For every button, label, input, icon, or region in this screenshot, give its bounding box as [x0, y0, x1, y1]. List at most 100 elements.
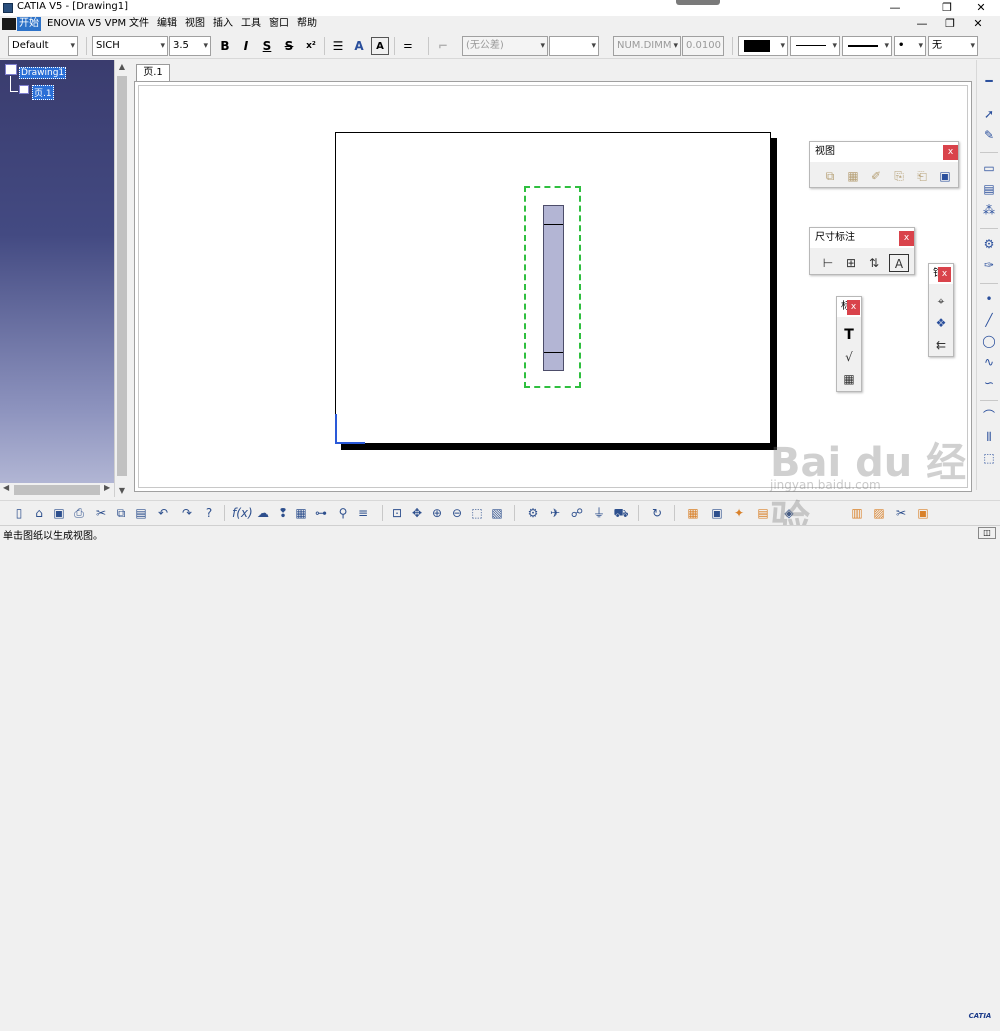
- close-button[interactable]: ✕: [966, 0, 996, 16]
- line-icon[interactable]: ╱: [979, 311, 999, 329]
- redo-icon[interactable]: ↷: [178, 504, 196, 522]
- line-type-combo[interactable]: ▾: [790, 36, 840, 56]
- scroll-thumb[interactable]: [117, 76, 127, 476]
- precision-combo[interactable]: 0.0100: [682, 36, 724, 56]
- tolerance-value-combo[interactable]: ▾: [549, 36, 599, 56]
- italic-button[interactable]: I: [237, 37, 255, 55]
- tab-sheet-1[interactable]: 页.1: [136, 64, 170, 81]
- grid-icon[interactable]: ▦: [684, 504, 702, 522]
- sketch-tools-icon[interactable]: ✎: [979, 126, 999, 144]
- chained-dimension-icon[interactable]: ⊞: [841, 254, 861, 272]
- undo-icon[interactable]: ↶: [154, 504, 172, 522]
- annotation-icon[interactable]: ✑: [979, 256, 999, 274]
- link-nodes-icon[interactable]: ⁂: [979, 201, 999, 219]
- text-tool-icon[interactable]: T: [839, 326, 859, 344]
- circle-icon[interactable]: ◯: [979, 332, 999, 350]
- tolerance-combo[interactable]: (无公差) ▾: [462, 36, 548, 56]
- cut-icon[interactable]: ✂: [92, 504, 110, 522]
- tree-node-drawing[interactable]: Drawing1: [19, 67, 67, 79]
- front-view-icon[interactable]: ⧉: [820, 167, 840, 185]
- underline-button[interactable]: S: [258, 37, 276, 55]
- style-combo[interactable]: Default ▾: [8, 36, 78, 56]
- zoom-in-icon[interactable]: ⊕: [428, 504, 446, 522]
- catalog-icon[interactable]: ⚲: [334, 504, 352, 522]
- views-panel-close-button[interactable]: x: [943, 145, 958, 160]
- align-left-icon[interactable]: ☰: [329, 37, 347, 55]
- generate-icon[interactable]: ✈: [546, 504, 564, 522]
- geometry-panel-close-button[interactable]: x: [938, 267, 951, 282]
- scroll-left-icon[interactable]: ◀: [3, 483, 9, 492]
- layer-icon[interactable]: ≡: [354, 504, 372, 522]
- corner-icon[interactable]: ⌒: [979, 407, 999, 425]
- tree-horizontal-scrollbar[interactable]: ◀ ▶: [0, 483, 114, 497]
- analysis-display-icon[interactable]: ✦: [730, 504, 748, 522]
- power-input-icon[interactable]: ◫: [978, 527, 996, 539]
- tree-vertical-scrollbar[interactable]: ▲ ▼: [114, 60, 128, 497]
- pan-icon[interactable]: ✥: [408, 504, 426, 522]
- detail-view-icon[interactable]: ⎘: [889, 167, 909, 185]
- hierarchy-icon[interactable]: ⊶: [312, 504, 330, 522]
- frame-text-icon[interactable]: A: [371, 37, 389, 55]
- zoom-out-icon[interactable]: ⊖: [448, 504, 466, 522]
- new-file-icon[interactable]: ▯: [10, 504, 28, 522]
- tolerance-style-icon[interactable]: ⌐: [434, 37, 452, 55]
- bold-button[interactable]: B: [216, 37, 234, 55]
- center-mark-icon[interactable]: ⌖: [931, 292, 951, 310]
- projection-view-icon[interactable]: ▦: [843, 167, 863, 185]
- drawing-sheet[interactable]: [335, 132, 771, 444]
- menu-start[interactable]: 开始: [17, 17, 41, 31]
- paste-icon[interactable]: ▤: [132, 504, 150, 522]
- scroll-down-icon[interactable]: ▼: [115, 486, 129, 495]
- axis-line-icon[interactable]: ⇇: [931, 336, 951, 354]
- superscript-button[interactable]: x²: [302, 37, 320, 55]
- roughness-symbol-icon[interactable]: √: [839, 348, 859, 366]
- dimension-icon[interactable]: ⊢: [818, 254, 838, 272]
- symbol-insert-icon[interactable]: ⚌: [399, 37, 417, 55]
- menu-window[interactable]: 窗口: [267, 17, 291, 31]
- doc-close-button[interactable]: ✕: [968, 16, 988, 32]
- font-size-combo[interactable]: 3.5 ▾: [169, 36, 211, 56]
- part-section-view[interactable]: [543, 205, 564, 371]
- thread-icon[interactable]: ❖: [931, 314, 951, 332]
- datum-feature-icon[interactable]: A: [889, 254, 909, 272]
- save-icon[interactable]: ▣: [50, 504, 68, 522]
- menu-edit[interactable]: 编辑: [155, 17, 179, 31]
- normal-view-icon[interactable]: ▧: [488, 504, 506, 522]
- fill-combo[interactable]: 无 ▾: [928, 36, 978, 56]
- whats-this-icon[interactable]: ?: [200, 504, 218, 522]
- font-combo[interactable]: SICH ▾: [92, 36, 168, 56]
- comment-icon[interactable]: ☁: [254, 504, 272, 522]
- toolbar-grip-icon[interactable]: ━: [979, 72, 999, 90]
- zoom-area-icon[interactable]: ⬚: [468, 504, 486, 522]
- select-cursor-icon[interactable]: ➚: [979, 105, 999, 123]
- dimensions-panel-close-button[interactable]: x: [899, 231, 914, 246]
- doc-minimize-button[interactable]: —: [912, 16, 932, 32]
- scroll-thumb[interactable]: [14, 485, 100, 495]
- profile-icon[interactable]: ∿: [979, 353, 999, 371]
- clipping-view-icon[interactable]: ⎗: [912, 167, 932, 185]
- print-icon[interactable]: ⎙: [70, 504, 88, 522]
- view-frame[interactable]: [524, 186, 581, 388]
- measure-icon[interactable]: ⏚: [590, 504, 608, 522]
- strikethrough-button[interactable]: S: [280, 37, 298, 55]
- section-view-icon[interactable]: ✐: [866, 167, 886, 185]
- update-icon[interactable]: ⚙: [524, 504, 542, 522]
- formula-icon[interactable]: f(x): [232, 504, 253, 522]
- knowledge-icon[interactable]: ❢: [274, 504, 292, 522]
- spline-icon[interactable]: ∽: [979, 374, 999, 392]
- menu-enovia[interactable]: ENOVIA V5 VPM: [45, 17, 128, 31]
- doc-restore-button[interactable]: ❐: [940, 16, 960, 32]
- grid-view-icon[interactable]: ▤: [979, 180, 999, 198]
- menu-view[interactable]: 视图: [183, 17, 207, 31]
- tree-node-sheet[interactable]: 页.1: [32, 85, 54, 100]
- restore-button[interactable]: ❐: [932, 0, 962, 16]
- tolerance-icon[interactable]: ⇅: [864, 254, 884, 272]
- point-style-combo[interactable]: • ▾: [894, 36, 926, 56]
- scroll-up-icon[interactable]: ▲: [115, 62, 129, 71]
- views-panel-title[interactable]: 视图: [810, 142, 958, 162]
- menu-tools[interactable]: 工具: [239, 17, 263, 31]
- scroll-right-icon[interactable]: ▶: [104, 483, 110, 492]
- dress-up-icon[interactable]: ⚙: [979, 235, 999, 253]
- menu-help[interactable]: 帮助: [295, 17, 319, 31]
- table-icon[interactable]: ▦: [839, 370, 859, 388]
